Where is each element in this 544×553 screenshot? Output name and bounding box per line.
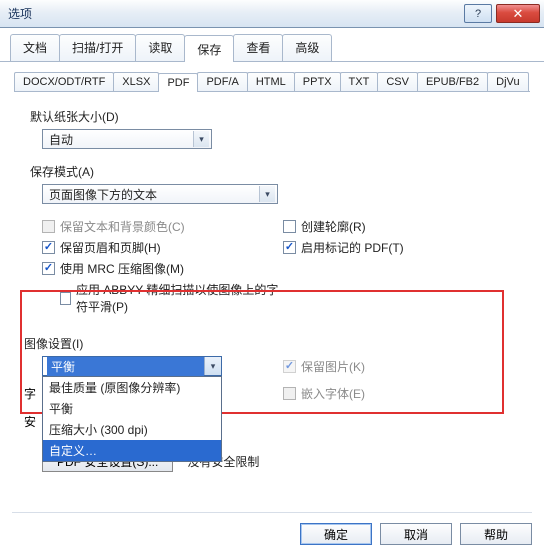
chevron-down-icon: ▾ [204, 357, 221, 375]
help-footer-button[interactable]: 帮助 [460, 523, 532, 545]
save-mode-label: 保存模式(A) [30, 163, 524, 180]
tab-djvu[interactable]: DjVu [487, 72, 528, 91]
dd-opt-balanced[interactable]: 平衡 [43, 398, 221, 419]
tab-csv[interactable]: CSV [377, 72, 418, 91]
chk-keep-header-footer-label: 保留页眉和页脚(H) [60, 239, 161, 256]
tab-scan-open[interactable]: 扫描/打开 [59, 34, 136, 61]
title-bar: 选项 ? ✕ [0, 0, 544, 28]
chk-tagged-pdf[interactable]: 启用标记的 PDF(T) [283, 239, 404, 256]
security-group-label: 安 [24, 415, 36, 429]
tab-txt[interactable]: TXT [340, 72, 379, 91]
chk-abbyy-precise-label: 应用 ABBYY 精细扫描以使图像上的字符平滑(P) [76, 281, 283, 315]
tab-read[interactable]: 读取 [135, 34, 185, 61]
chk-keep-pictures-label: 保留图片(K) [301, 358, 365, 375]
tab-xlsx[interactable]: XLSX [113, 72, 159, 91]
paper-size-label: 默认纸张大小(D) [30, 108, 524, 125]
chk-keep-text-bg: 保留文本和背景颜色(C) [42, 218, 185, 235]
chk-use-mrc-label: 使用 MRC 压缩图像(M) [60, 260, 184, 277]
pdf-panel: 默认纸张大小(D) 自动 ▾ 保存模式(A) 页面图像下方的文本 ▾ 保留文本和… [0, 92, 544, 472]
tab-view[interactable]: 查看 [233, 34, 283, 61]
help-button[interactable]: ? [464, 4, 492, 23]
dd-opt-compressed[interactable]: 压缩大小 (300 dpi) [43, 419, 221, 440]
chk-create-outline[interactable]: 创建轮廓(R) [283, 218, 366, 235]
chk-embed-fonts-label: 嵌入字体(E) [301, 385, 365, 402]
chevron-down-icon: ▾ [193, 131, 209, 147]
chk-tagged-pdf-label: 启用标记的 PDF(T) [301, 239, 404, 256]
tab-pdfa[interactable]: PDF/A [197, 72, 247, 91]
image-quality-value: 平衡 [47, 357, 204, 376]
tab-pptx[interactable]: PPTX [294, 72, 341, 91]
chk-abbyy-precise[interactable]: 应用 ABBYY 精细扫描以使图像上的字符平滑(P) [60, 281, 283, 315]
paper-size-select[interactable]: 自动 ▾ [42, 129, 212, 149]
tab-epub[interactable]: EPUB/FB2 [417, 72, 488, 91]
main-tabs: 文档 扫描/打开 读取 保存 查看 高级 [0, 28, 544, 62]
tab-docx[interactable]: DOCX/ODT/RTF [14, 72, 114, 91]
chevron-down-icon: ▾ [259, 186, 275, 202]
tab-save[interactable]: 保存 [184, 35, 234, 62]
close-button[interactable]: ✕ [496, 4, 540, 23]
save-mode-select[interactable]: 页面图像下方的文本 ▾ [42, 184, 278, 204]
dialog-footer: 确定 取消 帮助 [12, 512, 532, 545]
tab-html[interactable]: HTML [247, 72, 295, 91]
dd-opt-custom[interactable]: 自定义… [43, 440, 221, 461]
font-group-label: 字 [24, 387, 36, 401]
image-quality-list: 最佳质量 (原图像分辨率) 平衡 压缩大小 (300 dpi) 自定义… [42, 376, 222, 462]
format-tabs: DOCX/ODT/RTF XLSX PDF PDF/A HTML PPTX TX… [14, 72, 530, 92]
tab-pdf[interactable]: PDF [158, 73, 198, 92]
tab-document[interactable]: 文档 [10, 34, 60, 61]
chk-use-mrc[interactable]: 使用 MRC 压缩图像(M) [42, 260, 184, 277]
cancel-button[interactable]: 取消 [380, 523, 452, 545]
window-title: 选项 [8, 5, 32, 22]
save-mode-value: 页面图像下方的文本 [49, 186, 157, 203]
chk-keep-text-bg-label: 保留文本和背景颜色(C) [60, 218, 185, 235]
chk-keep-pictures: 保留图片(K) [283, 358, 365, 375]
ok-button[interactable]: 确定 [300, 523, 372, 545]
chk-keep-header-footer[interactable]: 保留页眉和页脚(H) [42, 239, 161, 256]
image-quality-dropdown[interactable]: 平衡 ▾ 最佳质量 (原图像分辨率) 平衡 压缩大小 (300 dpi) 自定义… [42, 356, 222, 376]
chk-create-outline-label: 创建轮廓(R) [301, 218, 366, 235]
tab-advanced[interactable]: 高级 [282, 34, 332, 61]
image-settings-label: 图像设置(I) [24, 335, 524, 352]
paper-size-value: 自动 [49, 131, 73, 148]
chk-embed-fonts: 嵌入字体(E) [283, 385, 365, 402]
dd-opt-best[interactable]: 最佳质量 (原图像分辨率) [43, 377, 221, 398]
